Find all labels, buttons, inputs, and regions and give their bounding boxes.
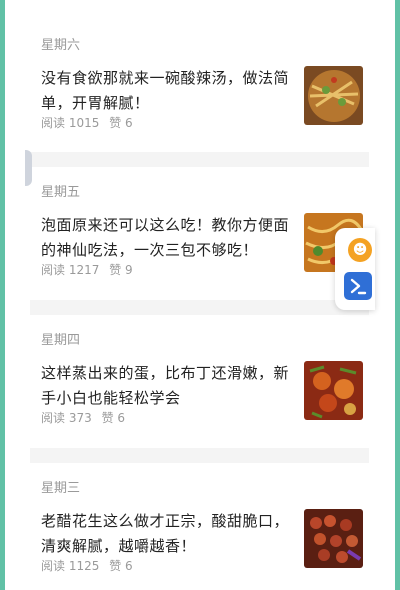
read-count: 阅读 373 <box>41 411 92 425</box>
article-title[interactable]: 没有食欲那就来一碗酸辣汤，做法简单，开胃解腻！ <box>41 66 291 116</box>
article-thumbnail[interactable] <box>304 66 363 125</box>
like-count: 赞 6 <box>101 411 126 425</box>
day-label: 星期六 <box>41 38 81 53</box>
read-count: 阅读 1015 <box>41 116 100 130</box>
article-title[interactable]: 老醋花生这么做才正宗，酸甜脆口，清爽解腻，越嚼越香！ <box>41 509 291 559</box>
article-thumbnail[interactable] <box>304 509 363 568</box>
accessibility-icon[interactable]: ☻ <box>348 238 372 262</box>
article-meta: 阅读 373 赞 6 <box>41 409 131 427</box>
like-count: 赞 9 <box>109 263 133 277</box>
right-frame <box>395 0 400 590</box>
drawer-handle[interactable] <box>25 150 32 186</box>
read-count: 阅读 1125 <box>41 559 100 573</box>
terminal-icon[interactable] <box>344 272 372 300</box>
article-title[interactable]: 这样蒸出来的蛋，比布丁还滑嫩，新手小白也能轻松学会 <box>41 361 291 411</box>
section-divider <box>30 152 369 167</box>
like-count: 赞 6 <box>109 559 133 573</box>
like-count: 赞 6 <box>109 116 133 130</box>
article-thumbnail[interactable] <box>304 361 363 420</box>
article-item[interactable]: 这样蒸出来的蛋，比布丁还滑嫩，新手小白也能轻松学会 阅读 373 赞 6 <box>5 361 395 427</box>
read-count: 阅读 1217 <box>41 263 100 277</box>
article-meta: 阅读 1217 赞 9 <box>41 261 139 279</box>
section-divider <box>30 300 369 315</box>
section-divider <box>30 448 369 463</box>
floating-toolbar: ☻ <box>335 228 375 310</box>
article-meta: 阅读 1015 赞 6 <box>41 114 139 132</box>
article-item[interactable]: 老醋花生这么做才正宗，酸甜脆口，清爽解腻，越嚼越香！ 阅读 1125 赞 6 <box>5 509 395 575</box>
article-meta: 阅读 1125 赞 6 <box>41 557 139 575</box>
article-title[interactable]: 泡面原来还可以这么吃！教你方便面的神仙吃法，一次三包不够吃！ <box>41 213 291 263</box>
day-label: 星期四 <box>41 333 81 348</box>
day-label: 星期五 <box>41 185 81 200</box>
day-label: 星期三 <box>41 481 81 496</box>
article-item[interactable]: 没有食欲那就来一碗酸辣汤，做法简单，开胃解腻！ 阅读 1015 赞 6 <box>5 66 395 132</box>
